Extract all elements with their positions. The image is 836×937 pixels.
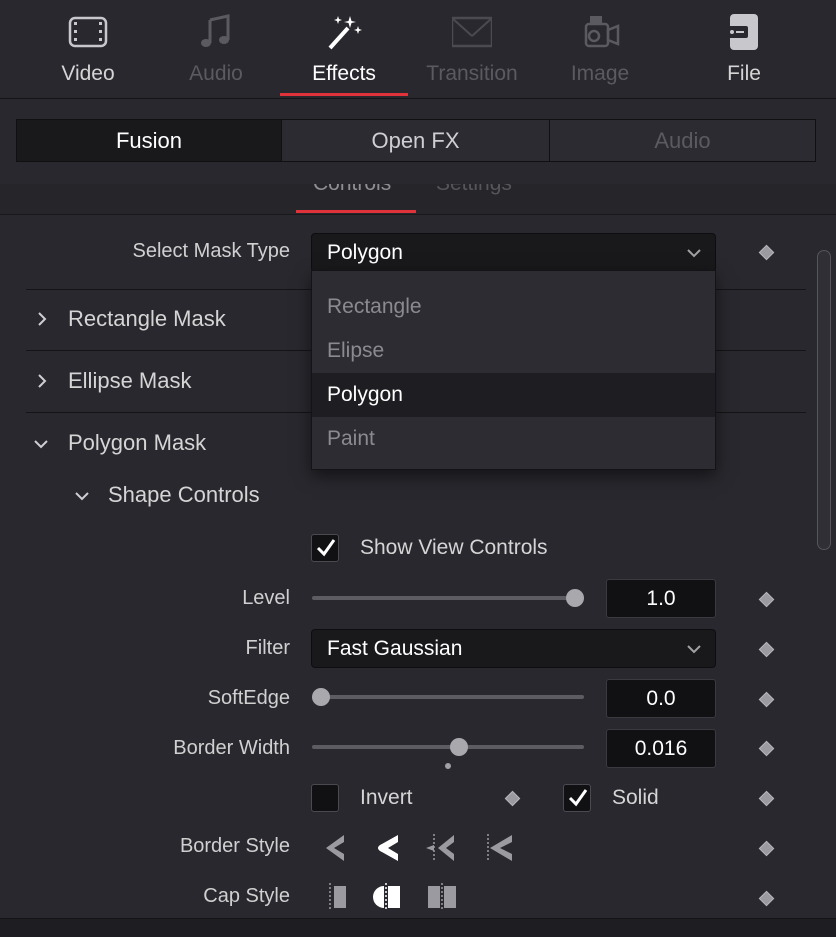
chevron-down-icon[interactable] <box>33 436 49 452</box>
active-tab-indicator <box>280 93 408 96</box>
level-value-field[interactable]: 1.0 <box>606 579 716 618</box>
softedge-slider-handle[interactable] <box>312 688 330 706</box>
border-style-miter-icon[interactable] <box>424 832 456 864</box>
segment-openfx[interactable]: Open FX <box>281 119 550 162</box>
chevron-right-icon[interactable] <box>34 311 50 327</box>
tab-file-label: File <box>727 62 761 85</box>
chevron-down-icon <box>687 645 701 654</box>
transition-icon <box>452 16 492 48</box>
cap-style-butt-icon[interactable] <box>326 882 348 912</box>
subtab-bar: Controls Settings <box>0 184 836 215</box>
default-value-marker <box>445 763 451 769</box>
magic-wand-icon <box>328 16 362 50</box>
level-slider-track[interactable] <box>312 596 584 600</box>
level-slider-handle[interactable] <box>566 589 584 607</box>
show-view-controls-checkbox[interactable] <box>311 534 339 562</box>
tab-settings[interactable]: Settings <box>436 184 512 196</box>
mask-type-value: Polygon <box>327 241 403 264</box>
cap-style-label: Cap Style <box>203 885 290 907</box>
file-tag-icon <box>726 14 758 50</box>
film-icon <box>68 16 108 48</box>
cap-style-square-icon[interactable] <box>426 882 460 912</box>
mask-type-menu: Rectangle Elipse Polygon Paint <box>311 270 716 470</box>
show-view-controls-label: Show View Controls <box>360 536 548 559</box>
tab-effects-label: Effects <box>312 62 376 85</box>
tab-controls[interactable]: Controls <box>313 184 391 196</box>
menu-item-elipse[interactable]: Elipse <box>312 329 715 373</box>
border-style-sharp-icon[interactable] <box>480 832 514 864</box>
border-width-value-field[interactable]: 0.016 <box>606 729 716 768</box>
filter-value: Fast Gaussian <box>327 637 463 660</box>
tab-effects[interactable]: Effects <box>280 0 408 98</box>
inspector-tab-bar: Video Audio Effects Transition Image Fil… <box>0 0 836 99</box>
section-rectangle-mask[interactable]: Rectangle Mask <box>68 306 226 332</box>
segment-fusion[interactable]: Fusion <box>16 119 282 162</box>
section-polygon-mask[interactable]: Polygon Mask <box>68 430 206 456</box>
tab-video-label: Video <box>61 62 115 85</box>
filter-label: Filter <box>245 637 290 659</box>
music-note-icon <box>201 14 230 47</box>
solid-checkbox[interactable] <box>563 784 591 812</box>
invert-checkbox[interactable] <box>311 784 339 812</box>
vertical-scrollbar[interactable] <box>817 250 831 550</box>
softedge-slider-track[interactable] <box>312 695 584 699</box>
camera-icon <box>584 16 620 48</box>
menu-item-rectangle[interactable]: Rectangle <box>312 285 715 329</box>
panel-footer <box>0 918 836 937</box>
section-ellipse-mask[interactable]: Ellipse Mask <box>68 368 191 394</box>
invert-label: Invert <box>360 786 413 809</box>
tab-transition-label: Transition <box>426 62 518 85</box>
border-style-round-icon[interactable] <box>374 832 404 864</box>
border-style-label: Border Style <box>179 835 290 857</box>
border-style-bevel-icon[interactable] <box>322 832 352 864</box>
mask-type-label: Select Mask Type <box>132 240 290 262</box>
border-width-slider-track[interactable] <box>312 745 584 749</box>
softedge-label: SoftEdge <box>207 687 290 709</box>
filter-dropdown[interactable]: Fast Gaussian <box>311 629 716 668</box>
softedge-value-field[interactable]: 0.0 <box>606 679 716 718</box>
chevron-down-icon <box>687 249 701 258</box>
border-width-label: Border Width <box>173 737 290 759</box>
checkmark-icon <box>316 539 336 557</box>
section-shape-controls[interactable]: Shape Controls <box>108 482 260 508</box>
active-subtab-indicator <box>296 210 416 213</box>
level-label: Level <box>242 587 290 609</box>
border-width-slider-handle[interactable] <box>450 738 468 756</box>
tab-video[interactable]: Video <box>24 0 152 98</box>
tab-image[interactable]: Image <box>536 0 664 98</box>
checkmark-icon <box>568 789 588 807</box>
tab-image-label: Image <box>570 62 630 85</box>
tab-audio[interactable]: Audio <box>152 0 280 98</box>
chevron-down-icon[interactable] <box>74 488 90 504</box>
segment-audio[interactable]: Audio <box>549 119 816 162</box>
tab-audio-label: Audio <box>189 62 243 85</box>
tab-file[interactable]: File <box>680 0 808 98</box>
chevron-right-icon[interactable] <box>34 373 50 389</box>
menu-item-polygon[interactable]: Polygon <box>312 373 715 417</box>
mask-type-dropdown[interactable]: Polygon <box>311 233 716 272</box>
menu-item-paint[interactable]: Paint <box>312 417 715 461</box>
solid-label: Solid <box>612 786 659 809</box>
tab-transition[interactable]: Transition <box>408 0 536 98</box>
cap-style-round-icon[interactable] <box>370 882 404 912</box>
